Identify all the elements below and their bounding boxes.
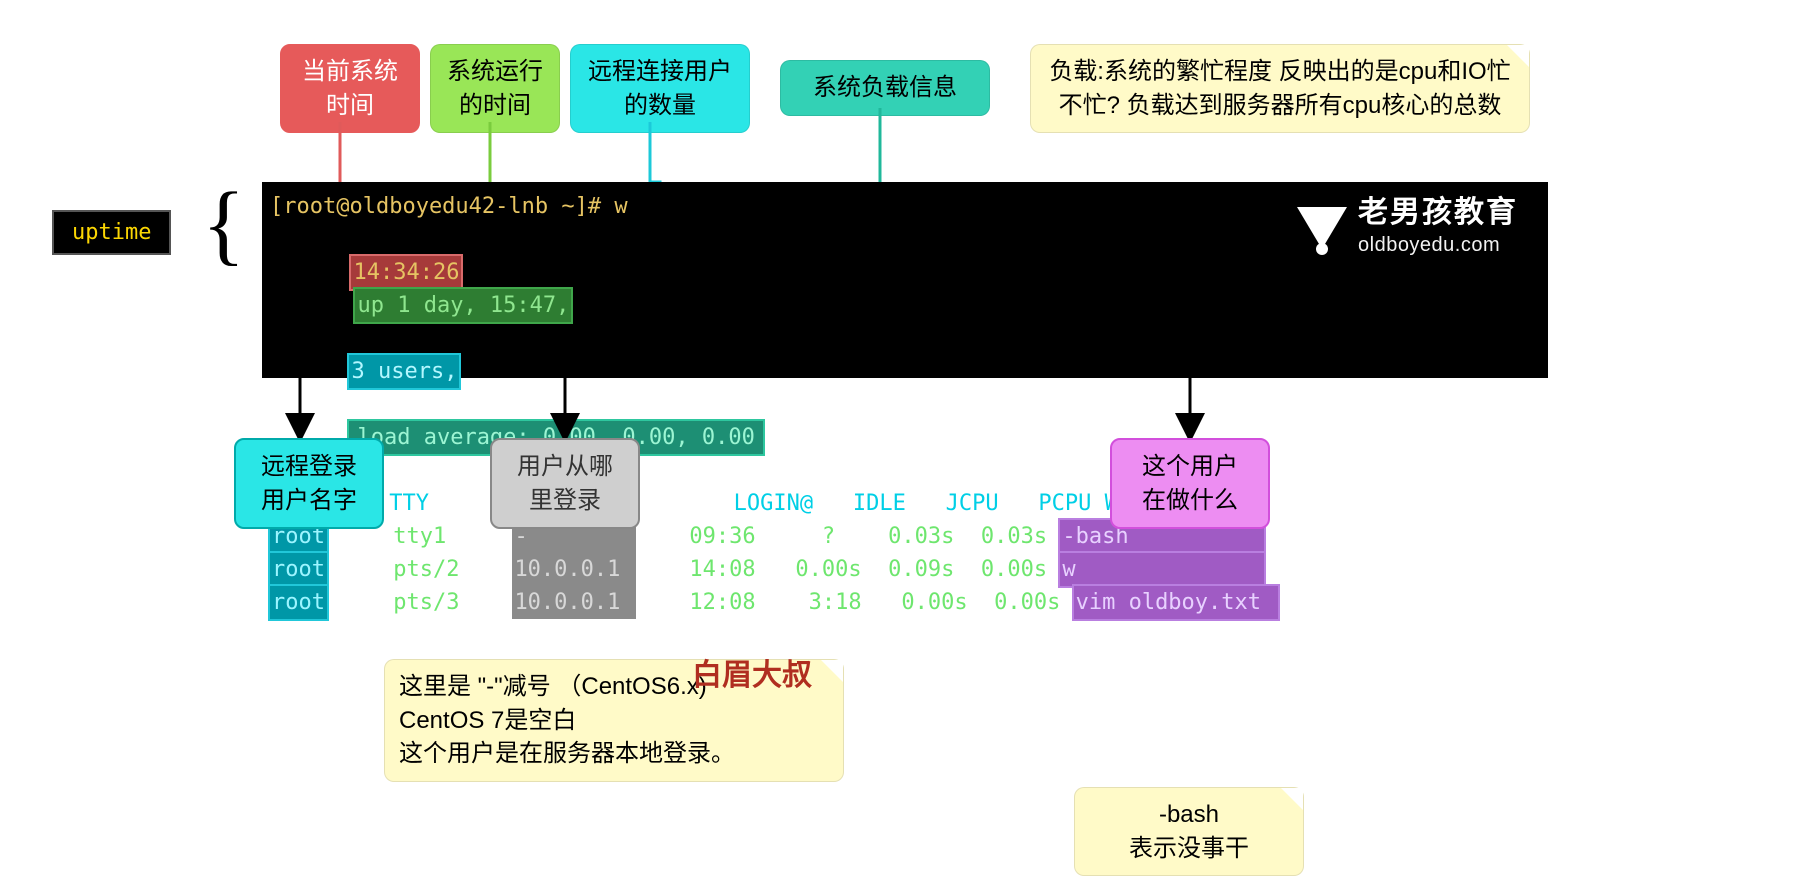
table-row: root pts/3 10.0.0.1 12:08 3:18 0.00s 0.0… <box>270 586 1540 619</box>
hl-uptime: up 1 day, 15:47, <box>355 289 571 322</box>
uptime-text: uptime <box>72 220 151 245</box>
terminal-prompt: [root@oldboyedu42-lnb ~]# w <box>270 194 628 219</box>
table-row: root tty1 - 09:36 ? 0.03s 0.03s -bash <box>270 520 1540 553</box>
callout-system-uptime: 系统运行 的时间 <box>430 44 560 133</box>
terminal-window: [root@oldboyedu42-lnb ~]# w 14:34:26 up … <box>262 182 1548 378</box>
brace-icon: { <box>202 180 245 270</box>
table-header: USER TTY FROM LOGIN@ IDLE JCPU PCPU WHAT <box>270 487 1540 520</box>
callout-current-time: 当前系统 时间 <box>280 44 420 133</box>
callout-username: 远程登录 用户名字 <box>234 438 384 529</box>
logo-en: oldboyedu.com <box>1358 229 1518 262</box>
table-row: root pts/2 10.0.0.1 14:08 0.00s 0.09s 0.… <box>270 553 1540 586</box>
logo-icon <box>1292 199 1352 259</box>
hl-time: 14:34:26 <box>351 256 461 289</box>
uptime-label: uptime <box>52 210 171 255</box>
callout-load-info: 系统负载信息 <box>780 60 990 116</box>
watermark: 白眉大叔 <box>692 650 812 694</box>
logo-cn: 老男孩教育 <box>1358 196 1518 229</box>
callout-what: 这个用户 在做什么 <box>1110 438 1270 529</box>
note-bash: -bash 表示没事干 <box>1074 787 1304 876</box>
diagram-root: uptime { 当前系统 时间 系统运行 的时间 远程连接用户 的数量 系统负… <box>0 0 1816 765</box>
callout-from: 用户从哪 里登录 <box>490 438 640 529</box>
note-load-explain: 负载:系统的繁忙程度 反映出的是cpu和IO忙不忙? 负载达到服务器所有cpu核… <box>1030 44 1530 133</box>
hl-users: 3 users, <box>349 355 459 388</box>
logo: 老男孩教育 oldboyedu.com <box>1292 196 1518 262</box>
callout-user-count: 远程连接用户 的数量 <box>570 44 750 133</box>
